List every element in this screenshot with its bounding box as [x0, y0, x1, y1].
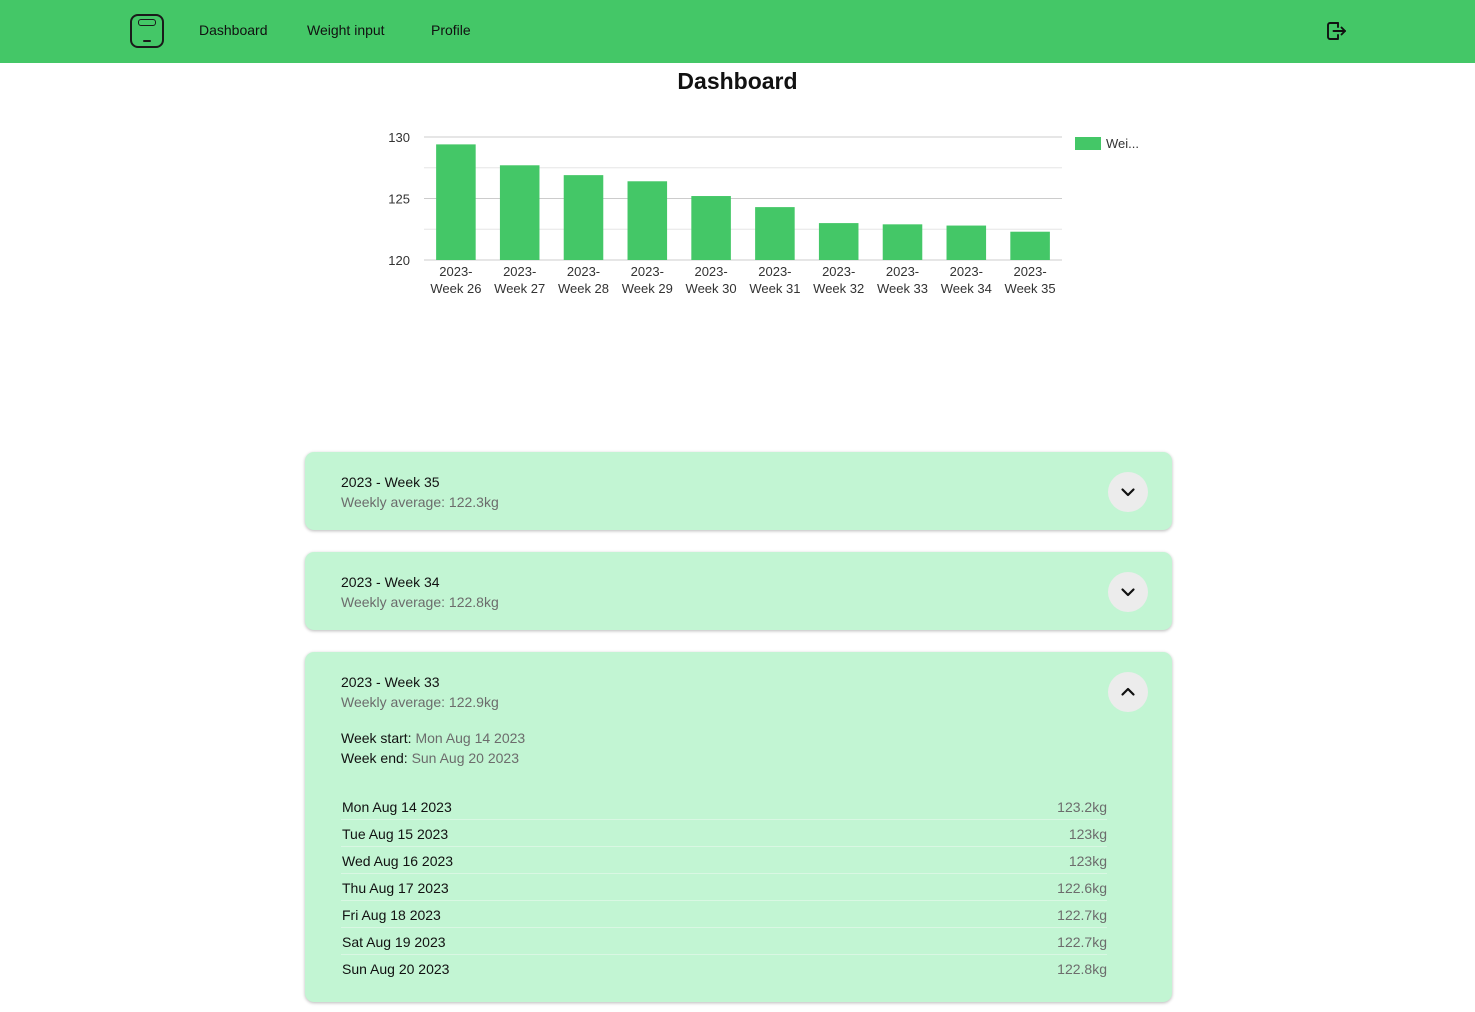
top-navbar: Dashboard Weight input Profile: [0, 0, 1475, 63]
scale-icon[interactable]: [130, 14, 164, 48]
x-tick-label: 2023-: [567, 264, 600, 279]
list-item: Sun Aug 20 2023 122.8kg: [341, 955, 1107, 982]
expand-week-button[interactable]: [1108, 572, 1148, 612]
nav-link-weight-input[interactable]: Weight input: [307, 22, 385, 38]
x-tick-label: 2023-: [694, 264, 727, 279]
x-tick-label: Week 32: [813, 281, 864, 296]
nav-link-dashboard[interactable]: Dashboard: [199, 22, 268, 38]
list-item: Thu Aug 17 2023 122.6kg: [341, 874, 1107, 901]
weekly-average: Weekly average: 122.9kg: [341, 694, 499, 710]
x-tick-label: Week 27: [494, 281, 545, 296]
day-weight: 123kg: [1068, 826, 1107, 842]
week-end-label: Week end:: [341, 750, 408, 766]
bar: [818, 223, 859, 260]
x-tick-label: Week 26: [430, 281, 481, 296]
scale-icon-base: [143, 40, 151, 42]
day-date: Sun Aug 20 2023: [342, 961, 450, 977]
x-tick-label: 2023-: [439, 264, 472, 279]
list-item: Mon Aug 14 2023 123.2kg: [341, 793, 1107, 820]
x-tick-label: Week 28: [558, 281, 609, 296]
x-tick-label: 2023-: [1013, 264, 1046, 279]
day-date: Fri Aug 18 2023: [342, 907, 441, 923]
week-card-34[interactable]: 2023 - Week 34 Weekly average: 122.8kg: [305, 552, 1172, 630]
bar: [691, 196, 731, 260]
week-start-date: Mon Aug 14 2023: [415, 730, 526, 746]
day-weight: 122.6kg: [1057, 880, 1107, 896]
expand-week-button[interactable]: [1108, 472, 1148, 512]
y-tick-label: 130: [388, 130, 410, 145]
week-start-line: Week start: Mon Aug 14 2023: [341, 730, 525, 746]
bar: [436, 144, 476, 260]
day-weight: 122.8kg: [1057, 961, 1107, 977]
x-tick-label: 2023-: [822, 264, 855, 279]
day-weight: 122.7kg: [1057, 934, 1107, 950]
week-end-date: Sun Aug 20 2023: [411, 750, 519, 766]
chevron-up-icon: [1121, 687, 1135, 696]
logout-icon[interactable]: [1324, 19, 1348, 43]
week-title: 2023 - Week 33: [341, 674, 440, 690]
list-item: Fri Aug 18 2023 122.7kg: [341, 901, 1107, 928]
page-title: Dashboard: [677, 68, 798, 94]
x-tick-label: Week 33: [877, 281, 928, 296]
week-card-35[interactable]: 2023 - Week 35 Weekly average: 122.3kg: [305, 452, 1172, 530]
x-tick-label: 2023-: [950, 264, 983, 279]
y-tick-label: 120: [388, 253, 410, 268]
x-tick-label: Week 30: [686, 281, 737, 296]
chevron-down-icon: [1121, 588, 1135, 597]
bar: [499, 165, 540, 260]
x-tick-label: Week 29: [622, 281, 673, 296]
x-tick-label: Week 35: [1005, 281, 1056, 296]
day-weight: 122.7kg: [1057, 907, 1107, 923]
list-item: Tue Aug 15 2023 123kg: [341, 820, 1107, 847]
weekly-weight-bar-chart: 120 125 130 2023- Week 26 2023- Week 27 2023- We…: [388, 130, 1139, 296]
x-tick-label: 2023-: [886, 264, 919, 279]
weekly-average: Weekly average: 122.3kg: [341, 494, 499, 510]
legend-swatch: [1075, 137, 1101, 150]
bar: [946, 225, 987, 260]
bar: [882, 224, 923, 260]
collapse-week-button[interactable]: [1108, 672, 1148, 712]
chevron-down-icon: [1121, 488, 1135, 497]
day-date: Wed Aug 16 2023: [342, 853, 454, 869]
daily-weight-list: Mon Aug 14 2023 123.2kg Tue Aug 15 2023 12…: [341, 793, 1107, 982]
bar: [627, 181, 668, 260]
nav-link-profile[interactable]: Profile: [431, 22, 471, 38]
day-weight: 123.2kg: [1057, 799, 1107, 815]
day-date: Tue Aug 15 2023: [342, 826, 449, 842]
x-tick-label: 2023-: [631, 264, 664, 279]
weekly-average: Weekly average: 122.8kg: [341, 594, 499, 610]
week-title: 2023 - Week 34: [341, 574, 440, 590]
day-weight: 123kg: [1068, 853, 1107, 869]
bar: [563, 175, 604, 260]
week-title: 2023 - Week 35: [341, 474, 440, 490]
x-tick-label: Week 34: [941, 281, 992, 296]
week-end-line: Week end: Sun Aug 20 2023: [341, 750, 519, 766]
day-date: Thu Aug 17 2023: [342, 880, 449, 896]
list-item: Sat Aug 19 2023 122.7kg: [341, 928, 1107, 955]
list-item: Wed Aug 16 2023 123kg: [341, 847, 1107, 874]
bar: [755, 207, 795, 260]
scale-icon-display: [138, 19, 156, 26]
x-tick-label: 2023-: [503, 264, 536, 279]
x-tick-label: 2023-: [758, 264, 791, 279]
bar: [1010, 231, 1050, 260]
y-tick-label: 125: [388, 192, 410, 207]
x-tick-label: Week 31: [749, 281, 800, 296]
week-start-label: Week start:: [341, 730, 412, 746]
day-date: Sat Aug 19 2023: [342, 934, 446, 950]
week-card-33[interactable]: 2023 - Week 33 Weekly average: 122.9kg W…: [305, 652, 1172, 1002]
legend-label: Wei...: [1106, 136, 1139, 151]
day-date: Mon Aug 14 2023: [342, 799, 452, 815]
